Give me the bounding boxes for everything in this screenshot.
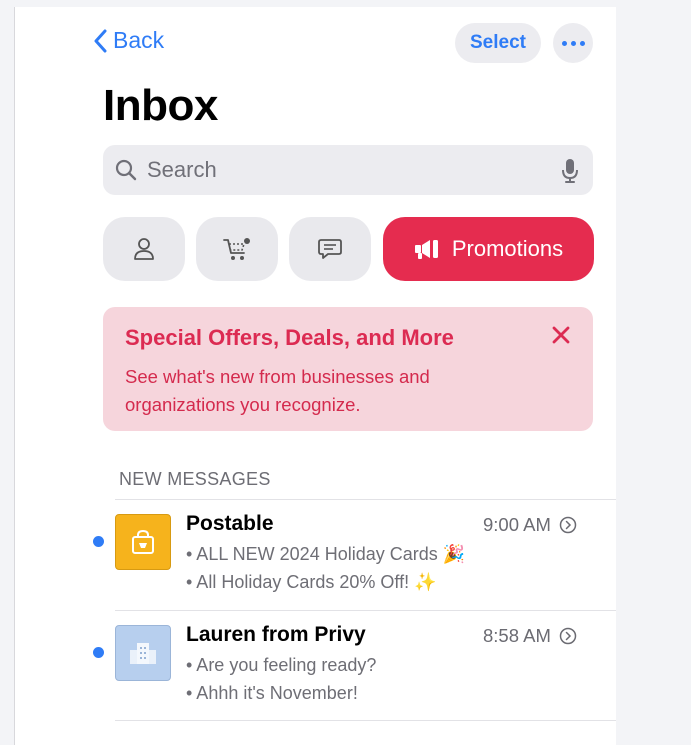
message-row[interactable]: Lauren from Privy 8:58 AM • Are you feel… xyxy=(83,613,616,723)
category-primary[interactable] xyxy=(103,217,185,281)
message-preview-line: • All Holiday Cards 20% Off! ✨ xyxy=(186,572,437,592)
megaphone-icon xyxy=(414,240,438,259)
building-icon xyxy=(130,643,156,664)
divider xyxy=(115,499,616,500)
avatar xyxy=(115,514,171,570)
divider xyxy=(115,610,616,611)
banner-description: See what's new from businesses and organ… xyxy=(125,366,430,415)
category-promotions[interactable]: Promotions xyxy=(383,217,594,281)
unread-indicator xyxy=(93,536,104,547)
message-time: 9:00 AM xyxy=(483,514,577,536)
message-preview-line: • ALL NEW 2024 Holiday Cards 🎉 xyxy=(186,544,466,564)
promotions-info-banner: Special Offers, Deals, and More See what… xyxy=(103,307,593,431)
back-button[interactable]: Back xyxy=(93,27,164,54)
chevron-left-icon xyxy=(94,29,107,52)
banner-title: Special Offers, Deals, and More xyxy=(125,325,454,350)
message-sender: Postable xyxy=(186,512,274,535)
avatar xyxy=(115,625,171,681)
select-button[interactable]: Select xyxy=(455,23,541,63)
inbox-view: Back Select Inbox Search Promotions Spec… xyxy=(83,7,616,745)
chevron-circle-icon[interactable] xyxy=(559,516,577,534)
more-button[interactable] xyxy=(553,23,593,63)
message-preview-line: • Are you feeling ready? xyxy=(186,655,377,675)
promotions-label: Promotions xyxy=(451,236,564,261)
ellipsis-icon xyxy=(560,40,587,46)
search-placeholder: Search xyxy=(147,157,217,182)
back-label: Back xyxy=(113,27,165,53)
unread-indicator xyxy=(93,647,104,658)
time-text: 8:58 AM xyxy=(483,625,551,646)
shopping-bag-icon xyxy=(132,529,154,554)
category-transactions[interactable] xyxy=(196,217,278,281)
close-icon[interactable] xyxy=(551,325,571,345)
chevron-circle-icon[interactable] xyxy=(559,627,577,645)
search-icon xyxy=(115,159,137,181)
time-text: 9:00 AM xyxy=(483,514,551,535)
category-updates[interactable] xyxy=(289,217,371,281)
divider xyxy=(115,720,616,721)
microphone-icon[interactable] xyxy=(561,158,579,184)
page-title: Inbox xyxy=(103,81,218,130)
section-header: NEW MESSAGES xyxy=(119,469,271,489)
message-time: 8:58 AM xyxy=(483,625,577,647)
person-icon xyxy=(134,238,154,260)
message-row[interactable]: Postable 9:00 AM • ALL NEW 2024 Holiday … xyxy=(83,502,616,612)
chat-bubble-icon xyxy=(318,239,342,259)
cart-icon xyxy=(223,238,250,260)
message-sender: Lauren from Privy xyxy=(186,623,366,646)
search-input[interactable]: Search xyxy=(103,145,593,195)
mail-app-window: Back Select Inbox Search Promotions Spec… xyxy=(14,7,616,745)
message-preview-line: • Ahhh it's November! xyxy=(186,683,358,703)
